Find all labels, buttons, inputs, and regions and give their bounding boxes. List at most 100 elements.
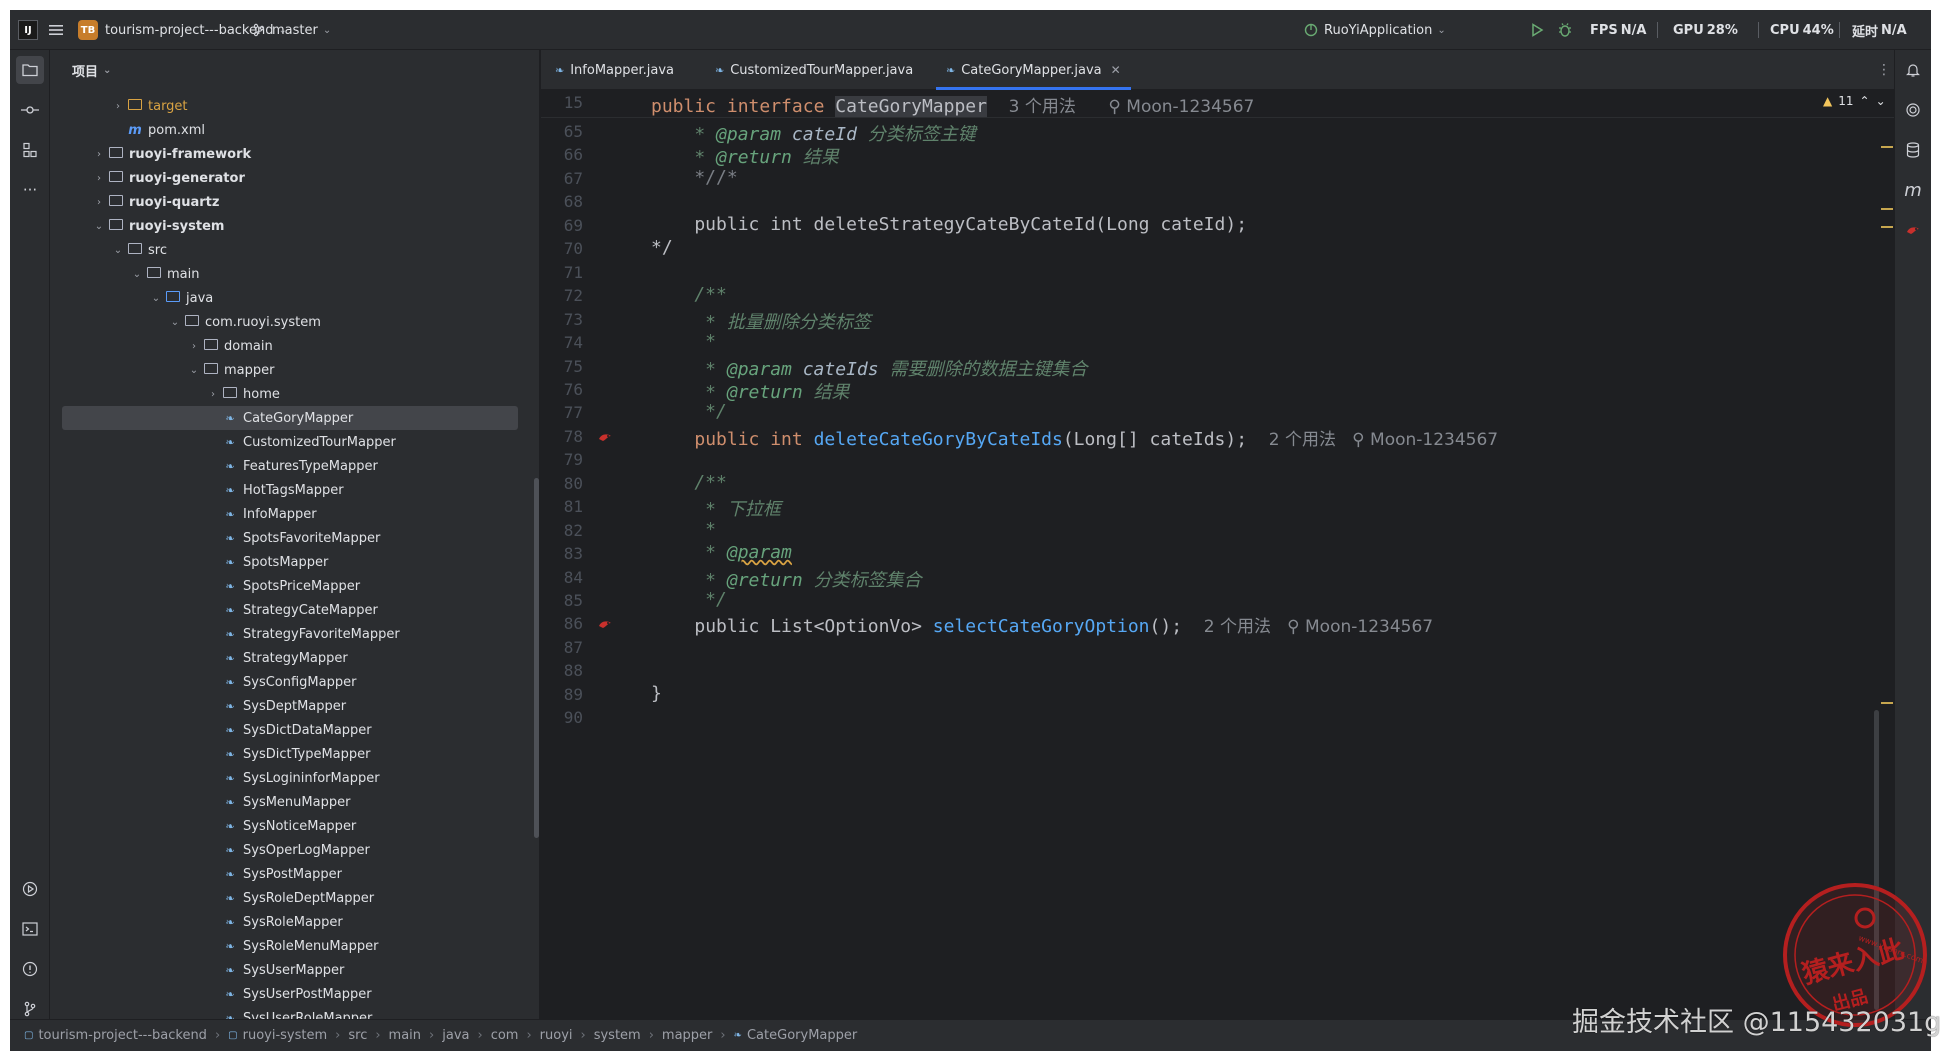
inlay-hint[interactable]: 2 个用法 ⚲ Moon-1234567	[1204, 617, 1433, 637]
more-vertical-icon[interactable]: ⋮	[1877, 50, 1891, 90]
tree-item[interactable]: ❧ SysDictTypeMapper	[62, 742, 518, 766]
app-logo-icon[interactable]: IJ	[18, 10, 38, 50]
problems-tool-button[interactable]	[16, 955, 44, 983]
line-number[interactable]: 77	[541, 403, 583, 422]
tree-item[interactable]: ❧ CustomizedTourMapper	[62, 430, 518, 454]
breadcrumb-item[interactable]: ruoyi-system	[243, 1028, 328, 1043]
chevron-up-icon[interactable]: ⌃	[1860, 94, 1870, 108]
tree-item[interactable]: ⌄ java	[62, 286, 518, 310]
debug-button[interactable]	[1557, 10, 1573, 50]
branch-selector[interactable]: master ⌄	[252, 10, 331, 50]
breadcrumb-item[interactable]: ruoyi	[540, 1028, 573, 1043]
tree-item[interactable]: › ruoyi-quartz	[62, 190, 518, 214]
tab-customizedtourmapper[interactable]: ❧ CustomizedTourMapper.java	[715, 50, 913, 90]
services-tool-button[interactable]	[16, 875, 44, 903]
tree-item[interactable]: ⌄ main	[62, 262, 518, 286]
notifications-button[interactable]	[1899, 56, 1927, 84]
line-number[interactable]: 84	[541, 568, 583, 587]
tree-item[interactable]: ⌄ ruoyi-system	[62, 214, 518, 238]
tree-item[interactable]: ❧ SysMenuMapper	[62, 790, 518, 814]
error-stripe-mark[interactable]	[1881, 702, 1893, 704]
tree-item[interactable]: ❧ StrategyFavoriteMapper	[62, 622, 518, 646]
maven-button[interactable]: m	[1899, 176, 1927, 204]
breadcrumb-item[interactable]: CateGoryMapper	[747, 1028, 857, 1043]
tree-item[interactable]: ❧ SpotsFavoriteMapper	[62, 526, 518, 550]
error-stripe-mark[interactable]	[1881, 226, 1893, 228]
tree-item[interactable]: ❧ SysDeptMapper	[62, 694, 518, 718]
tree-item[interactable]: › ruoyi-generator	[62, 166, 518, 190]
line-number[interactable]: 67	[541, 169, 583, 188]
tree-item[interactable]: ❧ SysUserRoleMapper	[62, 1006, 518, 1020]
line-number[interactable]: 88	[541, 661, 583, 680]
breadcrumb-item[interactable]: java	[442, 1028, 469, 1043]
tree-item[interactable]: ❧ CateGoryMapper	[62, 406, 518, 430]
more-tools-button[interactable]: ···	[16, 176, 44, 204]
line-number[interactable]: 87	[541, 638, 583, 657]
tree-item[interactable]: ❧ HotTagsMapper	[62, 478, 518, 502]
line-number[interactable]: 72	[541, 286, 583, 305]
chevron-down-icon[interactable]: ⌄	[188, 365, 200, 376]
tree-item[interactable]: ⌄ src	[62, 238, 518, 262]
chevron-down-icon[interactable]: ⌄	[169, 317, 181, 328]
chevron-down-icon[interactable]: ⌄	[112, 245, 124, 256]
line-number[interactable]: 76	[541, 380, 583, 399]
mybatis-button[interactable]	[1899, 216, 1927, 244]
error-stripe-mark[interactable]	[1881, 146, 1893, 148]
terminal-tool-button[interactable]	[16, 915, 44, 943]
tree-item[interactable]: ❧ FeaturesTypeMapper	[62, 454, 518, 478]
line-number[interactable]: 65	[541, 122, 583, 141]
main-menu-icon[interactable]	[48, 10, 64, 50]
line-number[interactable]: 86	[541, 614, 583, 633]
tree-item[interactable]: ❧ SysNoticeMapper	[62, 814, 518, 838]
chevron-right-icon[interactable]: ›	[93, 173, 105, 184]
chevron-right-icon[interactable]: ›	[112, 101, 124, 112]
ai-assistant-button[interactable]	[1899, 96, 1927, 124]
tree-item[interactable]: › target	[62, 94, 518, 118]
line-number[interactable]: 70	[541, 239, 583, 258]
line-number[interactable]: 69	[541, 216, 583, 235]
line-number[interactable]: 81	[541, 497, 583, 516]
inspection-widget[interactable]: ▲ 11 ⌃ ⌄	[1823, 94, 1886, 108]
error-stripe-mark[interactable]	[1881, 208, 1893, 210]
method-name[interactable]: deleteCateGoryByCateIds	[814, 429, 1063, 450]
line-number[interactable]: 79	[541, 450, 583, 469]
tree-item[interactable]: ❧ SysOperLogMapper	[62, 838, 518, 862]
run-config-selector[interactable]: RuoYiApplication ⌄	[1303, 10, 1446, 50]
tree-item[interactable]: › domain	[62, 334, 518, 358]
chevron-down-icon[interactable]: ⌄	[93, 221, 105, 232]
code-editor[interactable]: 15 public interface CateGoryMapper 3 个用法…	[541, 90, 1894, 1019]
line-number[interactable]: 82	[541, 521, 583, 540]
tree-item[interactable]: ❧ StrategyCateMapper	[62, 598, 518, 622]
tree-item[interactable]: ❧ SysRoleMenuMapper	[62, 934, 518, 958]
line-number[interactable]: 80	[541, 474, 583, 493]
project-panel-scrollbar[interactable]	[534, 478, 539, 838]
tab-categorymapper[interactable]: ❧ CateGoryMapper.java ✕	[936, 50, 1131, 90]
commit-tool-button[interactable]	[16, 96, 44, 124]
method-name[interactable]: selectCateGoryOption	[933, 616, 1150, 637]
tree-item[interactable]: ⌄ com.ruoyi.system	[62, 310, 518, 334]
close-icon[interactable]: ✕	[1111, 63, 1121, 77]
tree-item[interactable]: ⌄ mapper	[62, 358, 518, 382]
tree-item[interactable]: ❧ InfoMapper	[62, 502, 518, 526]
tree-item[interactable]: ❧ SysRoleMapper	[62, 910, 518, 934]
mybatis-bird-icon[interactable]	[597, 429, 613, 445]
breadcrumb-item[interactable]: system	[594, 1028, 641, 1043]
chevron-right-icon[interactable]: ›	[93, 197, 105, 208]
tree-item[interactable]: ❧ SysConfigMapper	[62, 670, 518, 694]
chevron-right-icon[interactable]: ›	[93, 149, 105, 160]
line-number[interactable]: 71	[541, 263, 583, 282]
tree-item[interactable]: ❧ SpotsPriceMapper	[62, 574, 518, 598]
line-number[interactable]: 75	[541, 357, 583, 376]
tree-item[interactable]: ❧ SpotsMapper	[62, 550, 518, 574]
line-number[interactable]: 85	[541, 591, 583, 610]
line-number[interactable]: 89	[541, 685, 583, 704]
line-number[interactable]: 66	[541, 145, 583, 164]
tree-item[interactable]: ❧ SysUserPostMapper	[62, 982, 518, 1006]
chevron-down-icon[interactable]: ⌄	[131, 269, 143, 280]
tree-item[interactable]: ❧ SysLogininforMapper	[62, 766, 518, 790]
line-number[interactable]: 90	[541, 708, 583, 727]
tree-item[interactable]: ❧ StrategyMapper	[62, 646, 518, 670]
chevron-down-icon[interactable]: ⌄	[1876, 94, 1886, 108]
breadcrumb-item[interactable]: mapper	[662, 1028, 712, 1043]
breadcrumb-item[interactable]: src	[348, 1028, 367, 1043]
